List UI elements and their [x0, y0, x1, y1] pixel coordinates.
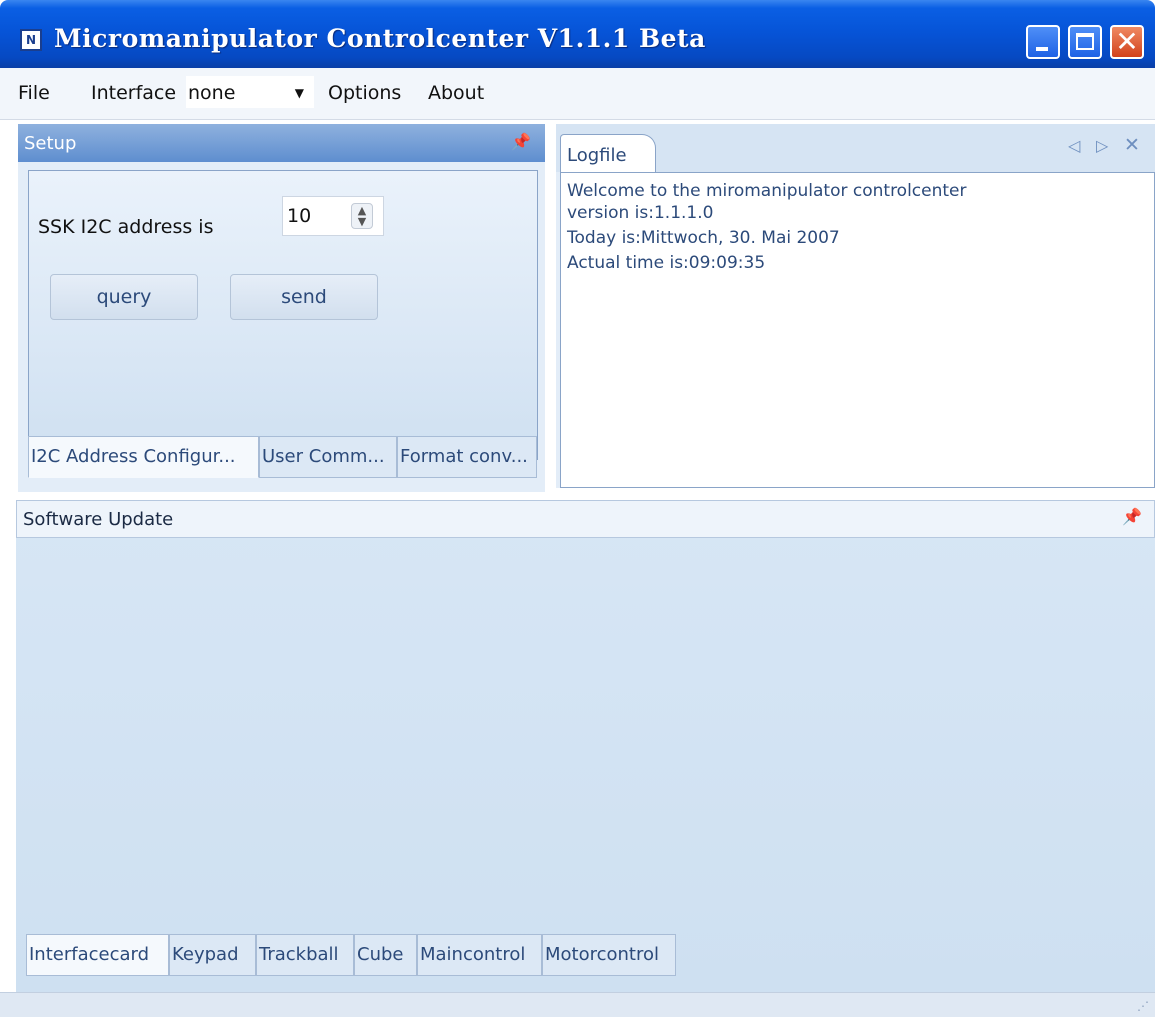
- close-icon: ✕: [1115, 25, 1139, 58]
- log-line: Actual time is:09:09:35: [567, 253, 766, 273]
- tab-interfacecard[interactable]: Interfacecard: [26, 934, 169, 976]
- log-line: version is:1.1.1.0: [567, 203, 714, 223]
- query-button[interactable]: query: [50, 274, 198, 320]
- logfile-content: Welcome to the miromanipulator controlce…: [560, 172, 1155, 488]
- menu-interface[interactable]: Interface: [91, 82, 176, 104]
- maximize-icon: [1076, 33, 1094, 50]
- status-bar: ⋰: [0, 992, 1155, 1017]
- setup-title: Setup: [24, 133, 77, 154]
- tab-format-converter[interactable]: Format conv...: [397, 436, 537, 478]
- tab-motorcontrol[interactable]: Motorcontrol: [542, 934, 676, 976]
- send-button[interactable]: send: [230, 274, 378, 320]
- software-update-header: Software Update 📌: [16, 500, 1155, 538]
- maximize-button[interactable]: [1068, 25, 1102, 59]
- spin-down-icon[interactable]: ▼: [355, 216, 369, 227]
- scroll-left-icon[interactable]: ◁: [1068, 136, 1080, 155]
- tab-i2c-address[interactable]: I2C Address Configur...: [28, 436, 259, 478]
- minimize-icon: [1036, 47, 1048, 51]
- tab-logfile[interactable]: Logfile: [560, 134, 656, 174]
- ssk-address-label: SSK I2C address is: [38, 216, 214, 238]
- address-input[interactable]: 10: [287, 205, 311, 227]
- menu-about[interactable]: About: [428, 82, 484, 104]
- tab-maincontrol[interactable]: Maincontrol: [417, 934, 542, 976]
- app-icon: N: [20, 29, 42, 51]
- minimize-button[interactable]: [1026, 25, 1060, 59]
- tab-keypad[interactable]: Keypad: [169, 934, 256, 976]
- window-title: Micromanipulator Controlcenter V1.1.1 Be…: [54, 24, 706, 53]
- scroll-right-icon[interactable]: ▷: [1096, 136, 1108, 155]
- setup-header: Setup 📌: [18, 124, 545, 162]
- logfile-tabstrip: Logfile ◁ ▷ ✕: [556, 124, 1155, 174]
- menu-options[interactable]: Options: [328, 82, 401, 104]
- close-tab-icon[interactable]: ✕: [1124, 134, 1140, 156]
- pin-icon[interactable]: 📌: [1122, 507, 1142, 526]
- spin-arrows[interactable]: ▲ ▼: [351, 203, 373, 229]
- logfile-panel: Logfile ◁ ▷ ✕ Welcome to the miromanipul…: [556, 124, 1155, 488]
- tab-trackball[interactable]: Trackball: [256, 934, 354, 976]
- resize-grip-icon[interactable]: ⋰: [1137, 999, 1149, 1013]
- log-line: Welcome to the miromanipulator controlce…: [567, 181, 967, 201]
- menu-file[interactable]: File: [18, 82, 50, 104]
- pin-icon[interactable]: 📌: [511, 132, 531, 151]
- menu-bar: File Interface none ▼ Options About: [0, 68, 1155, 120]
- close-button[interactable]: ✕: [1110, 25, 1144, 59]
- log-line: Today is:Mittwoch, 30. Mai 2007: [567, 228, 840, 248]
- tab-cube[interactable]: Cube: [354, 934, 417, 976]
- software-update-panel: Software Update 📌 Interfacecard Keypad T…: [16, 500, 1155, 992]
- address-spinbox[interactable]: 10 ▲ ▼: [282, 196, 384, 236]
- title-bar: N Micromanipulator Controlcenter V1.1.1 …: [0, 0, 1155, 68]
- tab-user-commands[interactable]: User Comm...: [259, 436, 397, 478]
- interface-dropdown-value: none: [188, 82, 236, 104]
- software-update-title: Software Update: [23, 509, 174, 530]
- chevron-down-icon: ▼: [294, 86, 304, 100]
- interface-dropdown[interactable]: none ▼: [186, 76, 314, 108]
